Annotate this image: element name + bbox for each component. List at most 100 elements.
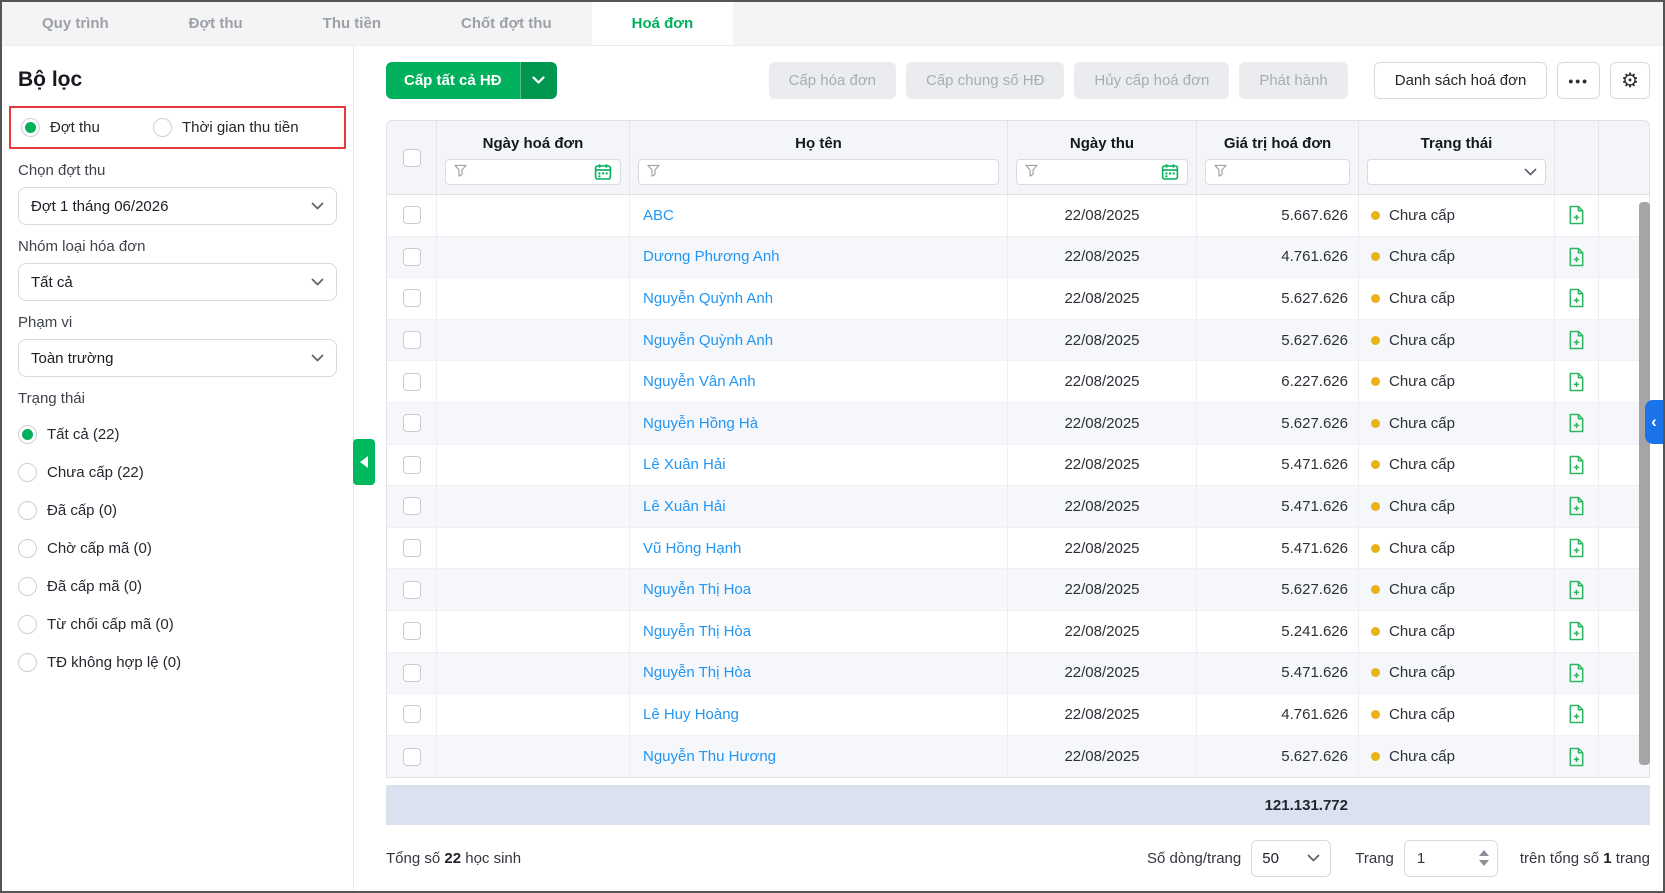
status-radio-tat-ca-22[interactable]: Tất cả (22) <box>18 415 337 453</box>
file-plus-icon[interactable] <box>1567 538 1586 558</box>
file-plus-icon[interactable] <box>1567 704 1586 724</box>
select-chon-dot-thu[interactable]: Đợt 1 tháng 06/2026 <box>18 187 337 225</box>
page-number-input[interactable]: 1 <box>1403 839 1498 877</box>
row-checkbox[interactable] <box>402 580 421 599</box>
chevron-down-icon[interactable] <box>519 62 557 99</box>
row-checkbox[interactable] <box>402 705 421 724</box>
student-name-link[interactable]: Nguyễn Thị Hòa <box>643 664 751 681</box>
calendar-icon[interactable] <box>594 163 612 181</box>
right-panel-expand-handle[interactable]: ‹ <box>1645 400 1663 444</box>
mode-radio-dot-thu[interactable]: Đợt thu <box>21 118 153 137</box>
row-checkbox[interactable] <box>402 414 421 433</box>
student-name-link[interactable]: Nguyễn Quỳnh Anh <box>643 332 773 349</box>
row-checkbox[interactable] <box>402 622 421 641</box>
row-checkbox[interactable] <box>402 331 421 350</box>
row-checkbox[interactable] <box>402 289 421 308</box>
file-plus-icon[interactable] <box>1567 496 1586 516</box>
row-checkbox[interactable] <box>402 539 421 558</box>
status-radio-cho-cap-ma-0[interactable]: Chờ cấp mã (0) <box>18 529 337 567</box>
file-plus-icon[interactable] <box>1567 663 1586 683</box>
invoice-list-button[interactable]: Danh sách hoá đơn <box>1373 62 1548 99</box>
vertical-scrollbar[interactable] <box>1639 202 1650 765</box>
radio-dot-icon <box>18 424 37 444</box>
select-all-checkbox[interactable] <box>402 148 421 167</box>
table-row: Lê Xuân Hải 22/08/2025 5.471.626 Chưa cấp <box>387 486 1649 528</box>
student-name-link[interactable]: Nguyễn Thị Hoa <box>643 581 751 598</box>
tab-thu-tien[interactable]: Thu tiền <box>283 2 421 45</box>
student-name-link[interactable]: Nguyễn Thị Hòa <box>643 623 751 640</box>
cap-chung-so-hd-button[interactable]: Cấp chung số HĐ <box>906 62 1065 99</box>
file-plus-icon[interactable] <box>1567 288 1586 308</box>
huy-cap-hoa-don-button[interactable]: Hủy cấp hoá đơn <box>1074 62 1230 99</box>
invoice-date-cell <box>437 652 630 694</box>
row-checkbox[interactable] <box>402 206 421 225</box>
more-actions-button[interactable]: ••• <box>1557 62 1601 99</box>
column-header-amount[interactable]: Giá trị hoá đơn <box>1197 121 1358 153</box>
file-plus-icon[interactable] <box>1567 580 1586 600</box>
collect-date-filter-input[interactable] <box>1044 164 1155 180</box>
file-plus-icon[interactable] <box>1567 205 1586 225</box>
status-dot-icon <box>1371 501 1380 511</box>
status-filter-select[interactable] <box>1367 159 1546 185</box>
settings-button[interactable]: ⚙ <box>1610 62 1650 99</box>
tab-quy-trinh[interactable]: Quy trình <box>2 2 149 45</box>
name-filter-input[interactable] <box>666 164 990 180</box>
file-plus-icon[interactable] <box>1567 372 1586 392</box>
radio-label: Chưa cấp (22) <box>47 463 144 481</box>
status-radio-chua-cap-22[interactable]: Chưa cấp (22) <box>18 453 337 491</box>
file-plus-icon[interactable] <box>1567 455 1586 475</box>
sidebar-collapse-handle[interactable] <box>353 439 375 485</box>
student-name-link[interactable]: ABC <box>643 207 674 224</box>
student-name-link[interactable]: Nguyễn Vân Anh <box>643 373 756 390</box>
status-cell: Chưa cấp <box>1359 569 1555 610</box>
column-header-invoice-date[interactable]: Ngày hoá đơn <box>437 121 629 153</box>
rows-per-page-select[interactable]: 50 <box>1251 839 1332 877</box>
student-name-link[interactable]: Nguyễn Quỳnh Anh <box>643 290 773 307</box>
row-checkbox[interactable] <box>402 747 421 766</box>
calendar-icon[interactable] <box>1161 163 1179 181</box>
mode-radio-thoi-gian-thu-tien[interactable]: Thời gian thu tiền <box>153 118 299 137</box>
cap-hoa-don-button[interactable]: Cấp hóa đơn <box>768 62 896 99</box>
file-plus-icon[interactable] <box>1567 747 1586 767</box>
column-header-name[interactable]: Họ tên <box>630 121 1007 153</box>
row-checkbox[interactable] <box>402 247 421 266</box>
issue-all-invoices-button[interactable]: Cấp tất cả HĐ <box>386 62 557 99</box>
column-header-status[interactable]: Trạng thái <box>1359 121 1554 153</box>
student-name-link[interactable]: Lê Huy Hoàng <box>643 706 739 723</box>
row-checkbox[interactable] <box>402 663 421 682</box>
tab-chot-dot-thu[interactable]: Chốt đợt thu <box>421 2 592 45</box>
status-radio-da-cap-ma-0[interactable]: Đã cấp mã (0) <box>18 567 337 605</box>
tab-dot-thu[interactable]: Đợt thu <box>149 2 283 45</box>
phat-hanh-button[interactable]: Phát hành <box>1239 62 1348 99</box>
page-spinner[interactable] <box>1478 850 1489 867</box>
radio-label: TĐ không hợp lệ (0) <box>47 653 182 671</box>
row-checkbox[interactable] <box>402 372 421 391</box>
file-plus-icon[interactable] <box>1567 621 1586 641</box>
student-name-link[interactable]: Vũ Hồng Hạnh <box>643 540 741 557</box>
row-action-cell <box>1555 444 1599 486</box>
student-name-link[interactable]: Nguyễn Hồng Hà <box>643 415 758 432</box>
amount-filter-input[interactable] <box>1233 164 1341 180</box>
status-radio-da-cap-0[interactable]: Đã cấp (0) <box>18 491 337 529</box>
invoice-date-filter-input[interactable] <box>473 164 588 180</box>
tab-hoa-don[interactable]: Hoá đơn <box>591 2 734 45</box>
collect-date-cell: 22/08/2025 <box>1008 735 1197 778</box>
invoice-date-cell <box>437 444 630 486</box>
select-pham-vi[interactable]: Toàn trường <box>18 339 337 377</box>
spinner-down-icon[interactable] <box>1478 860 1489 867</box>
student-name-link[interactable]: Nguyễn Thu Hương <box>643 748 776 765</box>
student-name-link[interactable]: Dương Phương Anh <box>643 248 780 265</box>
student-name-link[interactable]: Lê Xuân Hải <box>643 498 726 515</box>
row-checkbox[interactable] <box>402 497 421 516</box>
status-radio-td-khong-hop-le-0[interactable]: TĐ không hợp lệ (0) <box>18 643 337 681</box>
column-header-collect-date[interactable]: Ngày thu <box>1008 121 1196 153</box>
spinner-up-icon[interactable] <box>1478 850 1489 857</box>
student-name-link[interactable]: Lê Xuân Hải <box>643 456 726 473</box>
select-nhom-loai-hoa-don[interactable]: Tất cả <box>18 263 337 301</box>
file-plus-icon[interactable] <box>1567 330 1586 350</box>
file-plus-icon[interactable] <box>1567 247 1586 267</box>
file-plus-icon[interactable] <box>1567 413 1586 433</box>
row-checkbox[interactable] <box>402 455 421 474</box>
status-radio-tu-choi-cap-ma-0[interactable]: Từ chối cấp mã (0) <box>18 605 337 643</box>
select-value: Đợt 1 tháng 06/2026 <box>31 197 169 215</box>
